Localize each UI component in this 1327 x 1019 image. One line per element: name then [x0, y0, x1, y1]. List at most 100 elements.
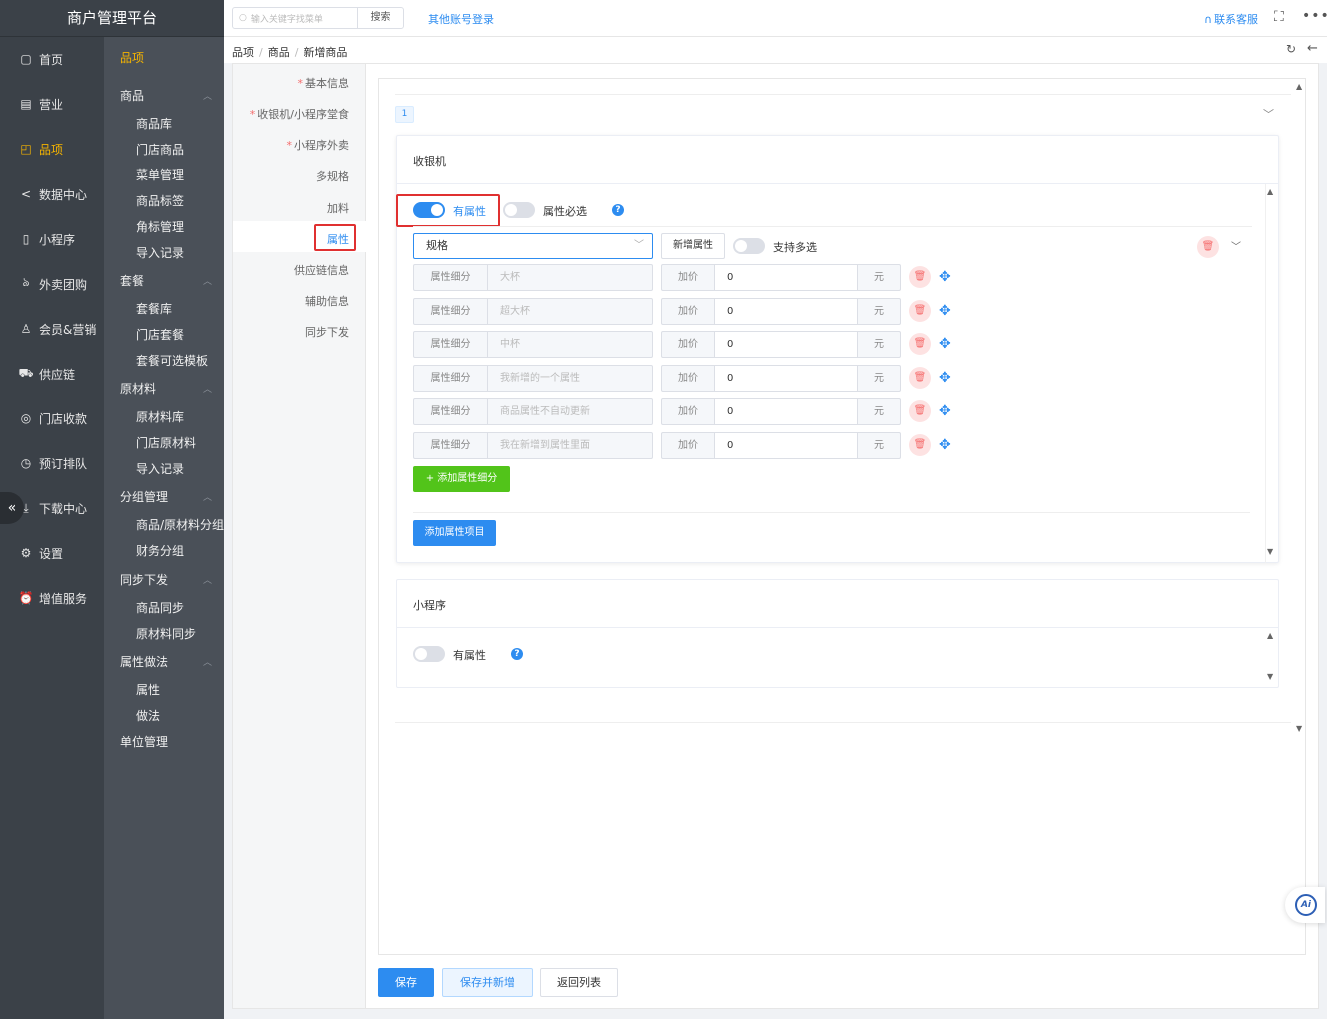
- subnav-item[interactable]: 商品库: [136, 115, 172, 132]
- nav-item[interactable]: ⏰ 增值服务: [0, 588, 104, 608]
- subnav-item[interactable]: 角标管理: [136, 218, 184, 235]
- delete-icon[interactable]: 🗑: [909, 434, 931, 456]
- drag-handle-icon[interactable]: ✥: [939, 402, 951, 420]
- scroll-up-icon[interactable]: ▲: [1267, 187, 1273, 196]
- fullscreen-icon[interactable]: ⛶: [1274, 9, 1284, 25]
- breadcrumb-item[interactable]: 品项: [232, 46, 254, 59]
- delete-icon[interactable]: 🗑: [909, 366, 931, 389]
- price-add-input[interactable]: 0: [714, 398, 858, 426]
- subnav-item[interactable]: 商品标签: [136, 192, 184, 209]
- subnav-item[interactable]: 门店套餐: [136, 326, 184, 343]
- subnav-item[interactable]: 导入记录: [136, 460, 184, 477]
- nav-item[interactable]: < 数据中心: [0, 184, 104, 204]
- help-icon[interactable]: ?: [511, 648, 523, 660]
- price-add-input[interactable]: 0: [714, 331, 858, 359]
- drag-handle-icon[interactable]: ✥: [939, 335, 951, 353]
- attr-sub-input[interactable]: 我在新增到属性里面: [487, 432, 653, 459]
- subnav-group[interactable]: 同步下发 ︿: [120, 571, 218, 588]
- price-add-input[interactable]: 0: [714, 432, 858, 459]
- subnav-item[interactable]: 属性: [136, 681, 160, 698]
- subnav-item[interactable]: 商品同步: [136, 599, 184, 616]
- breadcrumb-item[interactable]: 商品: [268, 46, 290, 59]
- subnav-item[interactable]: 门店原材料: [136, 434, 196, 451]
- search-button[interactable]: 搜索: [357, 7, 404, 29]
- tab-5[interactable]: 加料: [327, 200, 349, 216]
- attr-sub-input[interactable]: 超大杯: [487, 297, 653, 325]
- subnav-item[interactable]: 套餐库: [136, 300, 172, 317]
- delete-icon[interactable]: 🗑: [909, 333, 931, 356]
- scroll-down-icon[interactable]: ▼: [1267, 672, 1273, 681]
- attr-sub-input[interactable]: 商品属性不自动更新: [487, 398, 653, 426]
- nav-item[interactable]: ▤ 营业: [0, 94, 104, 114]
- delete-icon[interactable]: 🗑: [909, 266, 931, 288]
- scroll-up-icon[interactable]: ▲: [1267, 631, 1273, 640]
- delete-icon[interactable]: 🗑: [909, 299, 931, 322]
- price-add-input[interactable]: 0: [714, 297, 858, 325]
- nav-item[interactable]: ঌ 外卖团购: [0, 274, 104, 294]
- tab-2[interactable]: * 收银机/小程序堂食: [250, 106, 349, 122]
- nav-item[interactable]: ⚙ 设置: [0, 543, 104, 563]
- scroll-up-icon[interactable]: ▲: [1296, 82, 1302, 91]
- other-account-login-link[interactable]: 其他账号登录: [428, 11, 494, 27]
- tab-9[interactable]: 同步下发: [305, 324, 349, 340]
- attr-sub-input[interactable]: 我新增的一个属性: [487, 364, 653, 392]
- subnav-item[interactable]: 门店商品: [136, 141, 184, 158]
- subnav-item[interactable]: 套餐可选模板: [136, 352, 208, 369]
- attr-sub-input[interactable]: 大杯: [487, 264, 653, 291]
- price-add-input[interactable]: 0: [714, 264, 858, 291]
- subnav-group[interactable]: 原材料 ︿: [120, 380, 218, 397]
- subnav-item[interactable]: 导入记录: [136, 244, 184, 261]
- subnav-item[interactable]: 原材料同步: [136, 625, 196, 642]
- drag-handle-icon[interactable]: ✥: [939, 268, 951, 286]
- drag-handle-icon[interactable]: ✥: [939, 436, 951, 454]
- nav-item[interactable]: ♙ 会员&营销: [0, 319, 104, 339]
- subnav-item[interactable]: 做法: [136, 707, 160, 724]
- delete-icon[interactable]: 🗑: [909, 400, 931, 423]
- refresh-icon[interactable]: ↻: [1286, 42, 1296, 56]
- chevron-down-icon[interactable]: ﹀: [1263, 106, 1274, 122]
- attr-required-toggle[interactable]: [503, 202, 535, 218]
- delete-spec-icon[interactable]: 🗑: [1197, 236, 1219, 258]
- chevron-down-icon[interactable]: ﹀: [1231, 238, 1241, 253]
- tab-3[interactable]: * 小程序外卖: [287, 137, 350, 153]
- ai-assistant-button[interactable]: Ai: [1285, 887, 1325, 923]
- add-attr-project-button[interactable]: 添加属性项目: [413, 520, 496, 546]
- subnav-group[interactable]: 套餐 ︿: [120, 272, 218, 289]
- subnav-group[interactable]: 属性做法 ︿: [120, 653, 218, 670]
- tab-1[interactable]: * 基本信息: [298, 75, 350, 91]
- card-scrollbar[interactable]: [1265, 184, 1279, 563]
- scroll-down-icon[interactable]: ▼: [1296, 724, 1302, 733]
- nav-item[interactable]: ⛟ 供应链: [0, 364, 104, 384]
- price-add-input[interactable]: 0: [714, 364, 858, 392]
- drag-handle-icon[interactable]: ✥: [939, 302, 951, 320]
- tab-8[interactable]: 辅助信息: [305, 293, 349, 309]
- scroll-down-icon[interactable]: ▼: [1267, 547, 1273, 556]
- multi-select-toggle[interactable]: [733, 238, 765, 254]
- nav-item[interactable]: ◰ 品项: [0, 139, 104, 159]
- tab-7[interactable]: 供应链信息: [294, 262, 349, 278]
- save-and-new-button[interactable]: 保存并新增: [442, 968, 533, 997]
- help-icon[interactable]: ?: [612, 204, 624, 216]
- nav-item[interactable]: ◷ 预订排队: [0, 453, 104, 473]
- nav-item[interactable]: ▢ 首页: [0, 49, 104, 69]
- nav-item[interactable]: ◎ 门店收款: [0, 408, 104, 428]
- subnav-group[interactable]: 分组管理 ︿: [120, 488, 218, 505]
- back-arrow-icon[interactable]: ←: [1307, 41, 1318, 56]
- mini-has-attr-toggle[interactable]: [413, 646, 445, 662]
- subnav-item[interactable]: 商品/原材料分组: [136, 516, 224, 533]
- nav-item[interactable]: ▯ 小程序: [0, 229, 104, 249]
- subnav-item[interactable]: 财务分组: [136, 542, 184, 559]
- tab-4[interactable]: 多规格: [316, 168, 349, 184]
- subnav-item[interactable]: 菜单管理: [136, 166, 184, 183]
- attr-sub-input[interactable]: 中杯: [487, 331, 653, 359]
- add-sub-attr-button[interactable]: + 添加属性细分: [413, 466, 510, 492]
- contact-support-link[interactable]: ∩ 联系客服: [1204, 11, 1258, 27]
- menu-search-input[interactable]: ○ 输入关键字找菜单: [232, 7, 358, 29]
- save-button[interactable]: 保存: [378, 968, 434, 997]
- subnav-item-unit[interactable]: 单位管理: [120, 733, 218, 750]
- spec-select[interactable]: 规格 ﹀: [413, 233, 653, 259]
- more-icon[interactable]: •••: [1302, 8, 1327, 24]
- back-to-list-button[interactable]: 返回列表: [540, 968, 618, 997]
- drag-handle-icon[interactable]: ✥: [939, 369, 951, 387]
- subnav-group[interactable]: 商品 ︿: [120, 87, 218, 104]
